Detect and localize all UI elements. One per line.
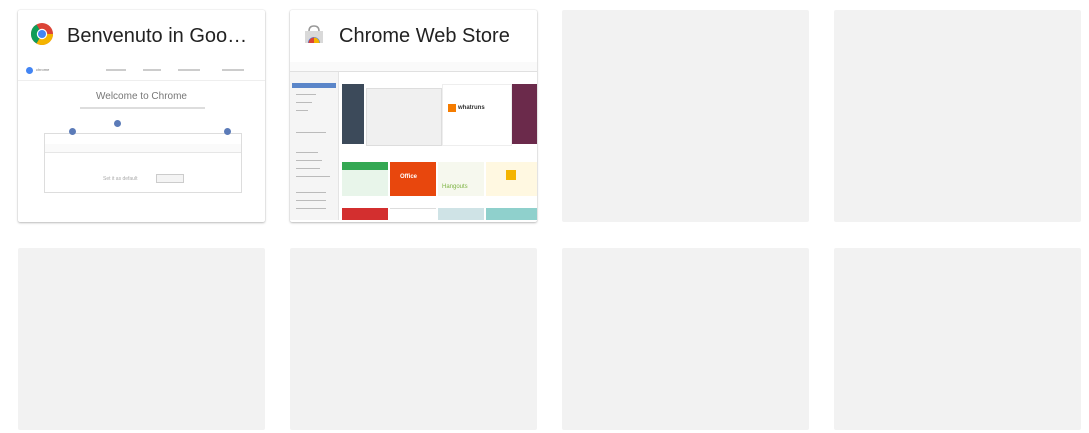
- empty-tile: [290, 248, 537, 430]
- featured-label: whatruns: [458, 105, 485, 111]
- thumbnail-toolbar: [290, 62, 537, 72]
- most-visited-tile-web-store[interactable]: Chrome Web Store whatruns Office Hangout…: [290, 10, 537, 222]
- thumbnail-heading: Welcome to Chrome: [96, 91, 187, 102]
- nav-placeholder: [178, 69, 200, 71]
- pin-icon: [114, 120, 121, 127]
- app-tile-band: [342, 162, 388, 170]
- thumbnail-browser-illustration: [44, 133, 242, 193]
- nav-placeholder: [222, 69, 244, 71]
- pin-icon: [69, 128, 76, 135]
- empty-tile: [18, 248, 265, 430]
- tile-title: Chrome Web Store: [339, 24, 510, 47]
- sidebar-line: [296, 192, 326, 193]
- empty-tile: [834, 248, 1081, 430]
- tile-title: Benvenuto in Googl...: [67, 24, 257, 47]
- sidebar-line: [296, 102, 312, 103]
- browser-bar: [45, 144, 241, 153]
- page-thumbnail: chrome Welcome to Chrome Set it as defau…: [18, 62, 265, 220]
- empty-tile: [834, 10, 1081, 222]
- featured-banner-left: [342, 84, 364, 144]
- app-tile: [486, 208, 537, 220]
- page-thumbnail: whatruns Office Hangouts: [290, 62, 537, 220]
- tile-header: Benvenuto in Googl...: [18, 10, 265, 62]
- featured-banner: [442, 84, 512, 146]
- nav-placeholder: [143, 69, 161, 71]
- thumbnail-default-text: Set it as default: [103, 176, 138, 182]
- chrome-logo-icon: [26, 67, 33, 74]
- app-tile: [438, 208, 484, 220]
- thumbnail-toolbar: chrome: [18, 62, 265, 81]
- most-visited-tile-welcome[interactable]: Benvenuto in Googl... chrome Welcome to …: [18, 10, 265, 222]
- app-tile: [438, 162, 484, 196]
- app-tile: [342, 208, 388, 220]
- sidebar-line: [296, 208, 326, 209]
- chrome-icon: [30, 22, 54, 51]
- featured-screenshot: [366, 88, 442, 146]
- thumbnail-brand: chrome: [36, 67, 50, 72]
- sidebar-line: [296, 160, 322, 161]
- thumbnail-button: [156, 174, 184, 183]
- sidebar-line: [296, 200, 326, 201]
- app-tile: [390, 208, 436, 220]
- nav-placeholder: [106, 69, 126, 71]
- empty-tile: [562, 10, 809, 222]
- web-store-icon: [302, 22, 326, 51]
- sidebar-line: [296, 176, 330, 177]
- sidebar-line: [296, 168, 320, 169]
- sidebar-line: [296, 110, 308, 111]
- whatruns-logo-icon: [448, 104, 456, 112]
- thumbnail-sidebar: [290, 72, 339, 220]
- sidebar-line: [296, 94, 316, 95]
- sidebar-line: [296, 132, 326, 133]
- app-tile-label: Hangouts: [442, 184, 468, 190]
- pin-icon: [224, 128, 231, 135]
- sidebar-active-item: [292, 83, 336, 88]
- app-tile-label: Office: [400, 174, 418, 180]
- featured-banner-right: [512, 84, 537, 144]
- tile-header: Chrome Web Store: [290, 10, 537, 62]
- thumbnail-subtext: [80, 107, 205, 109]
- empty-tile: [562, 248, 809, 430]
- sidebar-line: [296, 152, 318, 153]
- keep-icon: [506, 170, 516, 180]
